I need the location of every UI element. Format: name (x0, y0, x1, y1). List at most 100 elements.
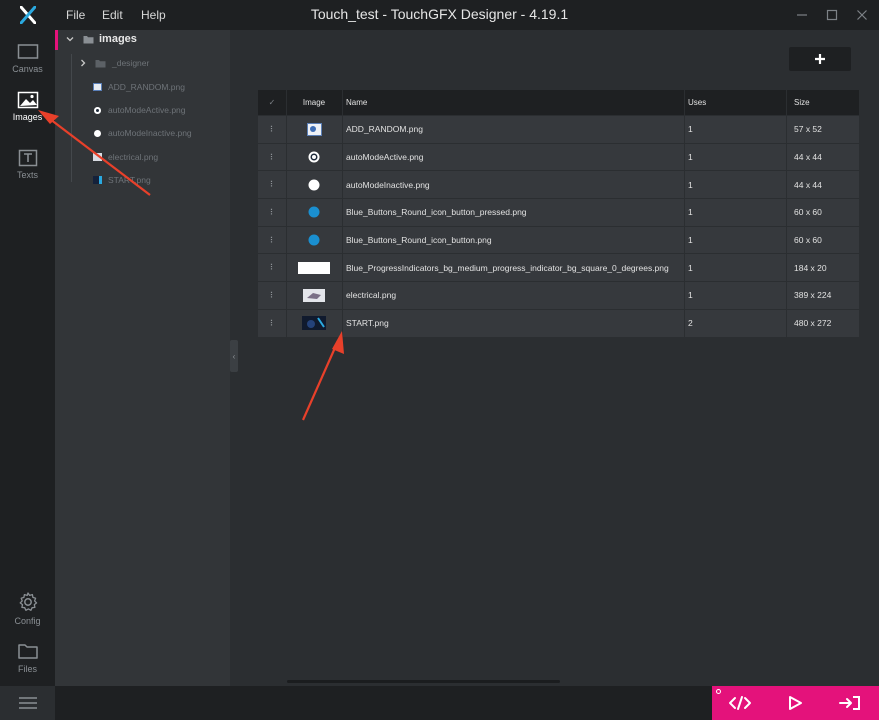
tree-item-label: START.png (108, 175, 151, 185)
start-thumbnail (302, 316, 326, 331)
table-row[interactable]: ⠇ electrical.png 1 389 x 224 (258, 282, 859, 310)
table-row[interactable]: ⠇ ADD_RANDOM.png 1 57 x 52 (258, 116, 859, 144)
image-icon (17, 91, 38, 109)
hamburger-menu-button[interactable] (0, 686, 55, 720)
tree-item-designer[interactable]: _designer (79, 58, 149, 68)
maximize-button[interactable] (822, 5, 842, 25)
image-thumbnail-cell (286, 282, 342, 309)
image-size: 57 x 52 (794, 124, 822, 135)
image-size: 389 x 224 (794, 290, 832, 301)
tree-item-add-random[interactable]: ADD_RANDOM.png (93, 82, 185, 92)
image-size: 60 x 60 (794, 235, 822, 246)
table-row[interactable]: ⠇ Blue_ProgressIndicators_bg_medium_progr… (258, 254, 859, 283)
image-uses: 1 (688, 290, 693, 301)
tree-root-label: images (99, 33, 137, 45)
tree-item-automodeinactive[interactable]: autoModeInactive.png (93, 128, 192, 138)
image-name: Blue_ProgressIndicators_bg_medium_progre… (346, 262, 669, 273)
automodeactive-thumbnail (308, 151, 320, 163)
image-size: 480 x 272 (794, 318, 832, 329)
panel-splitter-handle[interactable]: ‹ (230, 340, 238, 372)
window-title: Touch_test - TouchGFX Designer - 4.19.1 (310, 6, 569, 22)
menu-help[interactable]: Help (141, 8, 166, 22)
nav-config[interactable]: Config (0, 584, 55, 634)
nav-canvas[interactable]: Canvas (0, 36, 55, 86)
table-row[interactable]: ⠇ Blue_Buttons_Round_icon_button_pressed.… (258, 199, 859, 227)
menu-edit-label: Edit (102, 8, 123, 22)
chevron-down-icon (66, 37, 74, 42)
drag-handle[interactable]: ⠇ (258, 282, 286, 309)
table-row[interactable]: ⠇ Blue_Buttons_Round_icon_button.png 1 60 x… (258, 226, 859, 255)
blue-button-thumbnail (308, 234, 320, 246)
drag-handle[interactable]: ⠇ (258, 227, 286, 254)
nav-files[interactable]: Files (0, 634, 55, 684)
nav-images[interactable]: Images (0, 84, 55, 134)
header-size[interactable]: Size (786, 90, 859, 115)
image-name: ADD_RANDOM.png (346, 124, 423, 135)
tree-item-automodeactive[interactable]: autoModeActive.png (93, 105, 186, 115)
minimize-button[interactable] (792, 5, 812, 25)
nav-canvas-label: Canvas (12, 64, 43, 74)
image-uses: 1 (688, 124, 693, 135)
tree-item-label: autoModeInactive.png (108, 128, 192, 138)
tree-selection-indicator (55, 30, 58, 50)
hamburger-icon (18, 697, 37, 709)
image-thumbnail-cell (286, 310, 342, 337)
automodeinactive-thumbnail (308, 179, 320, 191)
tree-root-images[interactable]: images (66, 33, 137, 45)
header-image[interactable]: Image (286, 90, 342, 115)
run-target-button[interactable] (830, 686, 870, 720)
image-size: 184 x 20 (794, 262, 827, 273)
menu-file[interactable]: File (66, 8, 85, 22)
touchgfx-logo-icon[interactable] (0, 0, 55, 30)
table-row[interactable]: ⠇ START.png 2 480 x 272 (258, 309, 859, 338)
drag-handle[interactable]: ⠇ (258, 171, 286, 198)
drag-handle-icon: ⠇ (269, 263, 276, 273)
play-icon (789, 696, 802, 710)
table-body: ⠇ ADD_RANDOM.png 1 57 x 52 ⠇ autoModeActive.p… (258, 116, 859, 338)
tree-guide-line (71, 54, 72, 182)
drag-handle-icon: ⠇ (269, 180, 276, 190)
drag-handle[interactable]: ⠇ (258, 199, 286, 226)
text-icon (18, 149, 37, 167)
folder-icon (95, 59, 106, 67)
generate-code-button[interactable] (720, 686, 760, 720)
table-row[interactable]: ⠇ autoModeActive.png 1 44 x 44 (258, 143, 859, 172)
drag-handle[interactable]: ⠇ (258, 254, 286, 281)
nav-texts[interactable]: Texts (0, 142, 55, 192)
header-uses[interactable]: Uses (688, 90, 786, 115)
add-image-button[interactable] (789, 47, 851, 71)
electrical-thumbnail (303, 288, 325, 302)
drag-handle-icon: ⠇ (269, 152, 276, 162)
horizontal-scrollbar[interactable] (287, 680, 560, 683)
tree-item-electrical[interactable]: electrical.png (93, 152, 158, 162)
images-table: ✓ Image Name Uses Size ⠇ ADD_RANDOM.png 1 5… (258, 90, 859, 338)
image-name: electrical.png (346, 290, 397, 301)
export-icon (839, 696, 860, 710)
run-simulator-button[interactable] (775, 686, 815, 720)
chevron-left-icon: ‹ (232, 351, 236, 361)
nav-images-label: Images (12, 112, 43, 122)
drag-handle[interactable]: ⠇ (258, 144, 286, 171)
image-name: autoModeInactive.png (346, 179, 430, 190)
nav-config-label: Config (14, 616, 41, 626)
image-size: 44 x 44 (794, 179, 822, 190)
gear-icon (19, 592, 37, 611)
canvas-icon (17, 44, 38, 59)
header-check[interactable]: ✓ (258, 90, 286, 115)
image-thumbnail-cell (286, 116, 342, 143)
nav-files-label: Files (17, 664, 37, 674)
image-name: Blue_Buttons_Round_icon_button.png (346, 235, 492, 246)
close-button[interactable] (852, 5, 872, 25)
folder-icon (83, 35, 94, 43)
drag-handle[interactable]: ⠇ (258, 116, 286, 143)
add-random-thumbnail (306, 122, 322, 136)
image-name: Blue_Buttons_Round_icon_button_pressed.p… (346, 207, 527, 218)
folder-icon (17, 644, 38, 659)
header-name[interactable]: Name (342, 90, 688, 115)
image-size: 44 x 44 (794, 152, 822, 163)
menu-edit[interactable]: Edit (102, 8, 123, 22)
table-row[interactable]: ⠇ autoModeInactive.png 1 44 x 44 (258, 171, 859, 200)
drag-handle[interactable]: ⠇ (258, 310, 286, 337)
code-icon (729, 696, 751, 710)
tree-item-start[interactable]: START.png (93, 175, 151, 185)
